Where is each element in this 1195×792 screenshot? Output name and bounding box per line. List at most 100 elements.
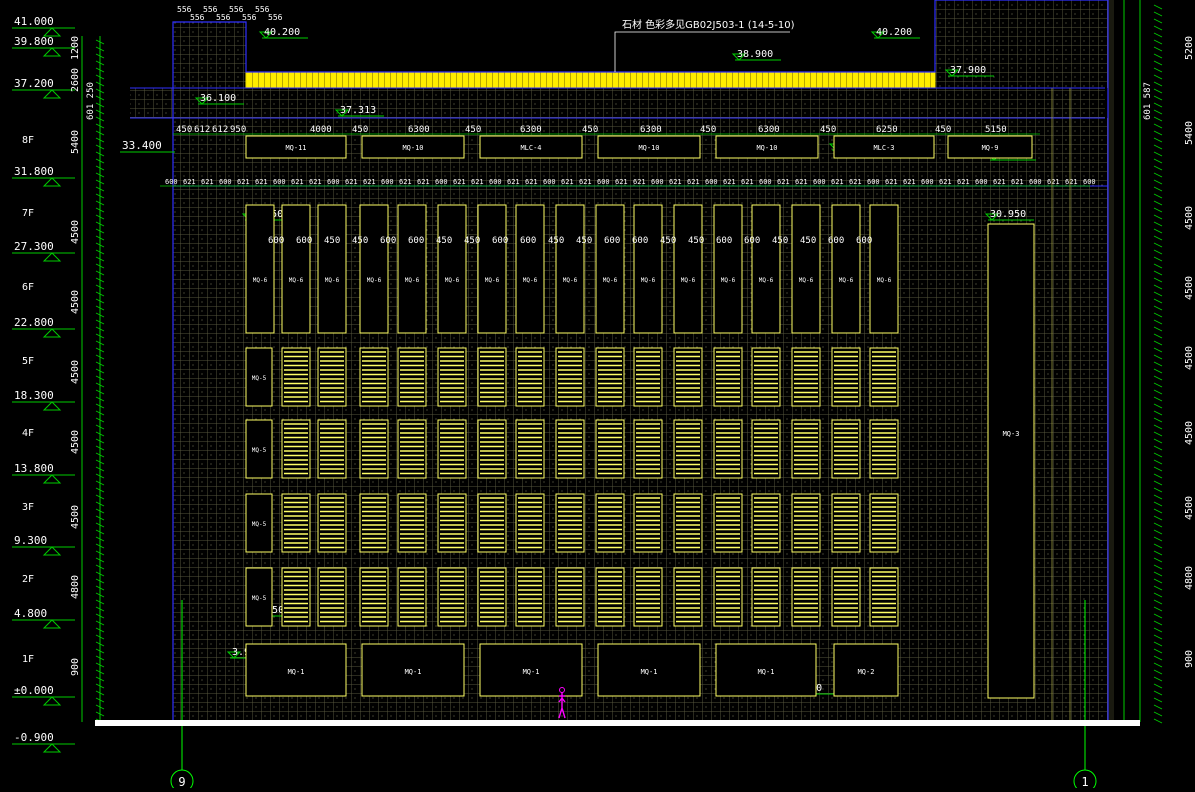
row8-dim-text: 450 bbox=[176, 125, 192, 135]
dim-tick bbox=[1153, 256, 1163, 262]
row7-dim-text: 450 bbox=[800, 236, 816, 246]
dim-tick bbox=[1153, 543, 1163, 549]
dim-tick bbox=[1153, 515, 1163, 521]
level-floor-label: 1F bbox=[22, 654, 34, 665]
window-tall bbox=[437, 204, 467, 334]
window-side-tag: MQ-5 bbox=[252, 521, 267, 528]
row7-dim-text: 600 bbox=[744, 236, 760, 246]
dim-tick bbox=[1153, 690, 1163, 696]
dense-dim-text: 621 bbox=[831, 178, 844, 186]
dim-tick bbox=[1153, 550, 1163, 556]
dim-tick bbox=[1153, 74, 1163, 80]
dense-dim-text: 621 bbox=[507, 178, 520, 186]
dim-tick bbox=[1153, 718, 1163, 724]
dim-tick bbox=[1153, 522, 1163, 528]
row7-dim-text: 450 bbox=[352, 236, 368, 246]
dense-dim-text: 621 bbox=[363, 178, 376, 186]
dense-dim-text: 621 bbox=[525, 178, 538, 186]
level-tri bbox=[42, 252, 62, 262]
window-8f-tag: MQ-10 bbox=[638, 144, 659, 152]
dim-tick bbox=[1153, 298, 1163, 304]
dense-dim-text: 600 bbox=[759, 178, 772, 186]
right-dim-text: 4500 bbox=[1184, 276, 1195, 300]
window-tall-tag: MQ-6 bbox=[759, 277, 774, 284]
dense-dim-text: 600 bbox=[705, 178, 718, 186]
window-tall-tag: MQ-6 bbox=[405, 277, 420, 284]
window-tall-tag: MQ-6 bbox=[603, 277, 618, 284]
dim-tick bbox=[1153, 32, 1163, 38]
dim-tick bbox=[1153, 214, 1163, 220]
dim-tick bbox=[1153, 592, 1163, 598]
level-elev-label: 33.400 bbox=[122, 139, 162, 152]
level-tri bbox=[42, 546, 62, 556]
dense-dim-text: 621 bbox=[615, 178, 628, 186]
window-tall bbox=[673, 204, 703, 334]
window-tall bbox=[831, 204, 861, 334]
dim-tick bbox=[1153, 396, 1163, 402]
dense-dim-text: 621 bbox=[201, 178, 214, 186]
row7-dim-text: 600 bbox=[632, 236, 648, 246]
window-8f-tag: MQ-10 bbox=[402, 144, 423, 152]
dim-tick bbox=[1153, 179, 1163, 185]
upper-band bbox=[130, 88, 1105, 118]
window-tall bbox=[477, 204, 507, 334]
dense-dim-text: 600 bbox=[273, 178, 286, 186]
right-dim-text: 5200 bbox=[1184, 36, 1195, 60]
dim-tick bbox=[1153, 382, 1163, 388]
elev-mark-label: 37.900 bbox=[950, 65, 986, 76]
row8-dim-text: 450 bbox=[935, 125, 951, 135]
row8-dim-text: 4000 bbox=[310, 125, 332, 135]
dim-tick bbox=[1153, 151, 1163, 157]
row7-dim-text: 600 bbox=[604, 236, 620, 246]
level-tri bbox=[42, 474, 62, 484]
level-elev-label: 9.300 bbox=[14, 534, 47, 547]
row8-dim-text: 450 bbox=[352, 125, 368, 135]
row8-dim-text: 5150 bbox=[985, 125, 1007, 135]
dim-tick bbox=[1153, 312, 1163, 318]
dim-tick bbox=[1153, 676, 1163, 682]
level-elev-label: 18.300 bbox=[14, 389, 54, 402]
level-elev-label: 31.800 bbox=[14, 165, 54, 178]
dim-tick bbox=[1153, 536, 1163, 542]
dense-dim-text: 600 bbox=[1029, 178, 1042, 186]
window-tall-tag: MQ-6 bbox=[877, 277, 892, 284]
window-tall bbox=[515, 204, 545, 334]
dim-tick bbox=[1153, 389, 1163, 395]
level-elev-label: 13.800 bbox=[14, 462, 54, 475]
window-side-tag: MQ-5 bbox=[252, 375, 267, 382]
row7-dim-text: 450 bbox=[436, 236, 452, 246]
window-ground-tag: MQ-2 bbox=[858, 668, 875, 676]
elevation-drawing-canvas[interactable]: 41.000 39.800 37.200 8F 33.400 31.800 7F 27.300… bbox=[0, 0, 1195, 792]
left-dim-text: 4500 bbox=[70, 430, 81, 454]
row7-dim-text: 600 bbox=[296, 236, 312, 246]
left-dim-text: 4500 bbox=[70, 290, 81, 314]
level-floor-label: 4F bbox=[22, 428, 34, 439]
level-floor-label: 8F bbox=[22, 135, 34, 146]
dim-tick bbox=[1153, 102, 1163, 108]
dim-tick bbox=[1153, 270, 1163, 276]
top-dim-text: 556 bbox=[242, 13, 257, 22]
dim-tick bbox=[1153, 130, 1163, 136]
elev-mark-label: 40.200 bbox=[876, 27, 912, 38]
dense-dim-text: 600 bbox=[813, 178, 826, 186]
left-dim-text: 2600 bbox=[70, 68, 81, 92]
left-dim-text: 900 bbox=[70, 658, 81, 676]
dim-tick bbox=[1153, 116, 1163, 122]
dim-tick bbox=[1153, 508, 1163, 514]
dense-dim-text: 600 bbox=[921, 178, 934, 186]
axis-label-9: 9 bbox=[178, 775, 185, 788]
dim-tick bbox=[1153, 333, 1163, 339]
top-dim-text: 556 bbox=[190, 13, 205, 22]
window-tall-tag: MQ-6 bbox=[721, 277, 736, 284]
level-elev-label: 39.800 bbox=[14, 35, 54, 48]
top-dim-text: 556 bbox=[216, 13, 231, 22]
dim-tick bbox=[1153, 123, 1163, 129]
dim-tick bbox=[1153, 641, 1163, 647]
dense-dim-text: 621 bbox=[561, 178, 574, 186]
dim-tick bbox=[1153, 445, 1163, 451]
dim-tick bbox=[1153, 137, 1163, 143]
window-tall bbox=[245, 204, 275, 334]
dim-tick bbox=[1153, 165, 1163, 171]
level-floor-label: 6F bbox=[22, 282, 34, 293]
window-tall bbox=[633, 204, 663, 334]
